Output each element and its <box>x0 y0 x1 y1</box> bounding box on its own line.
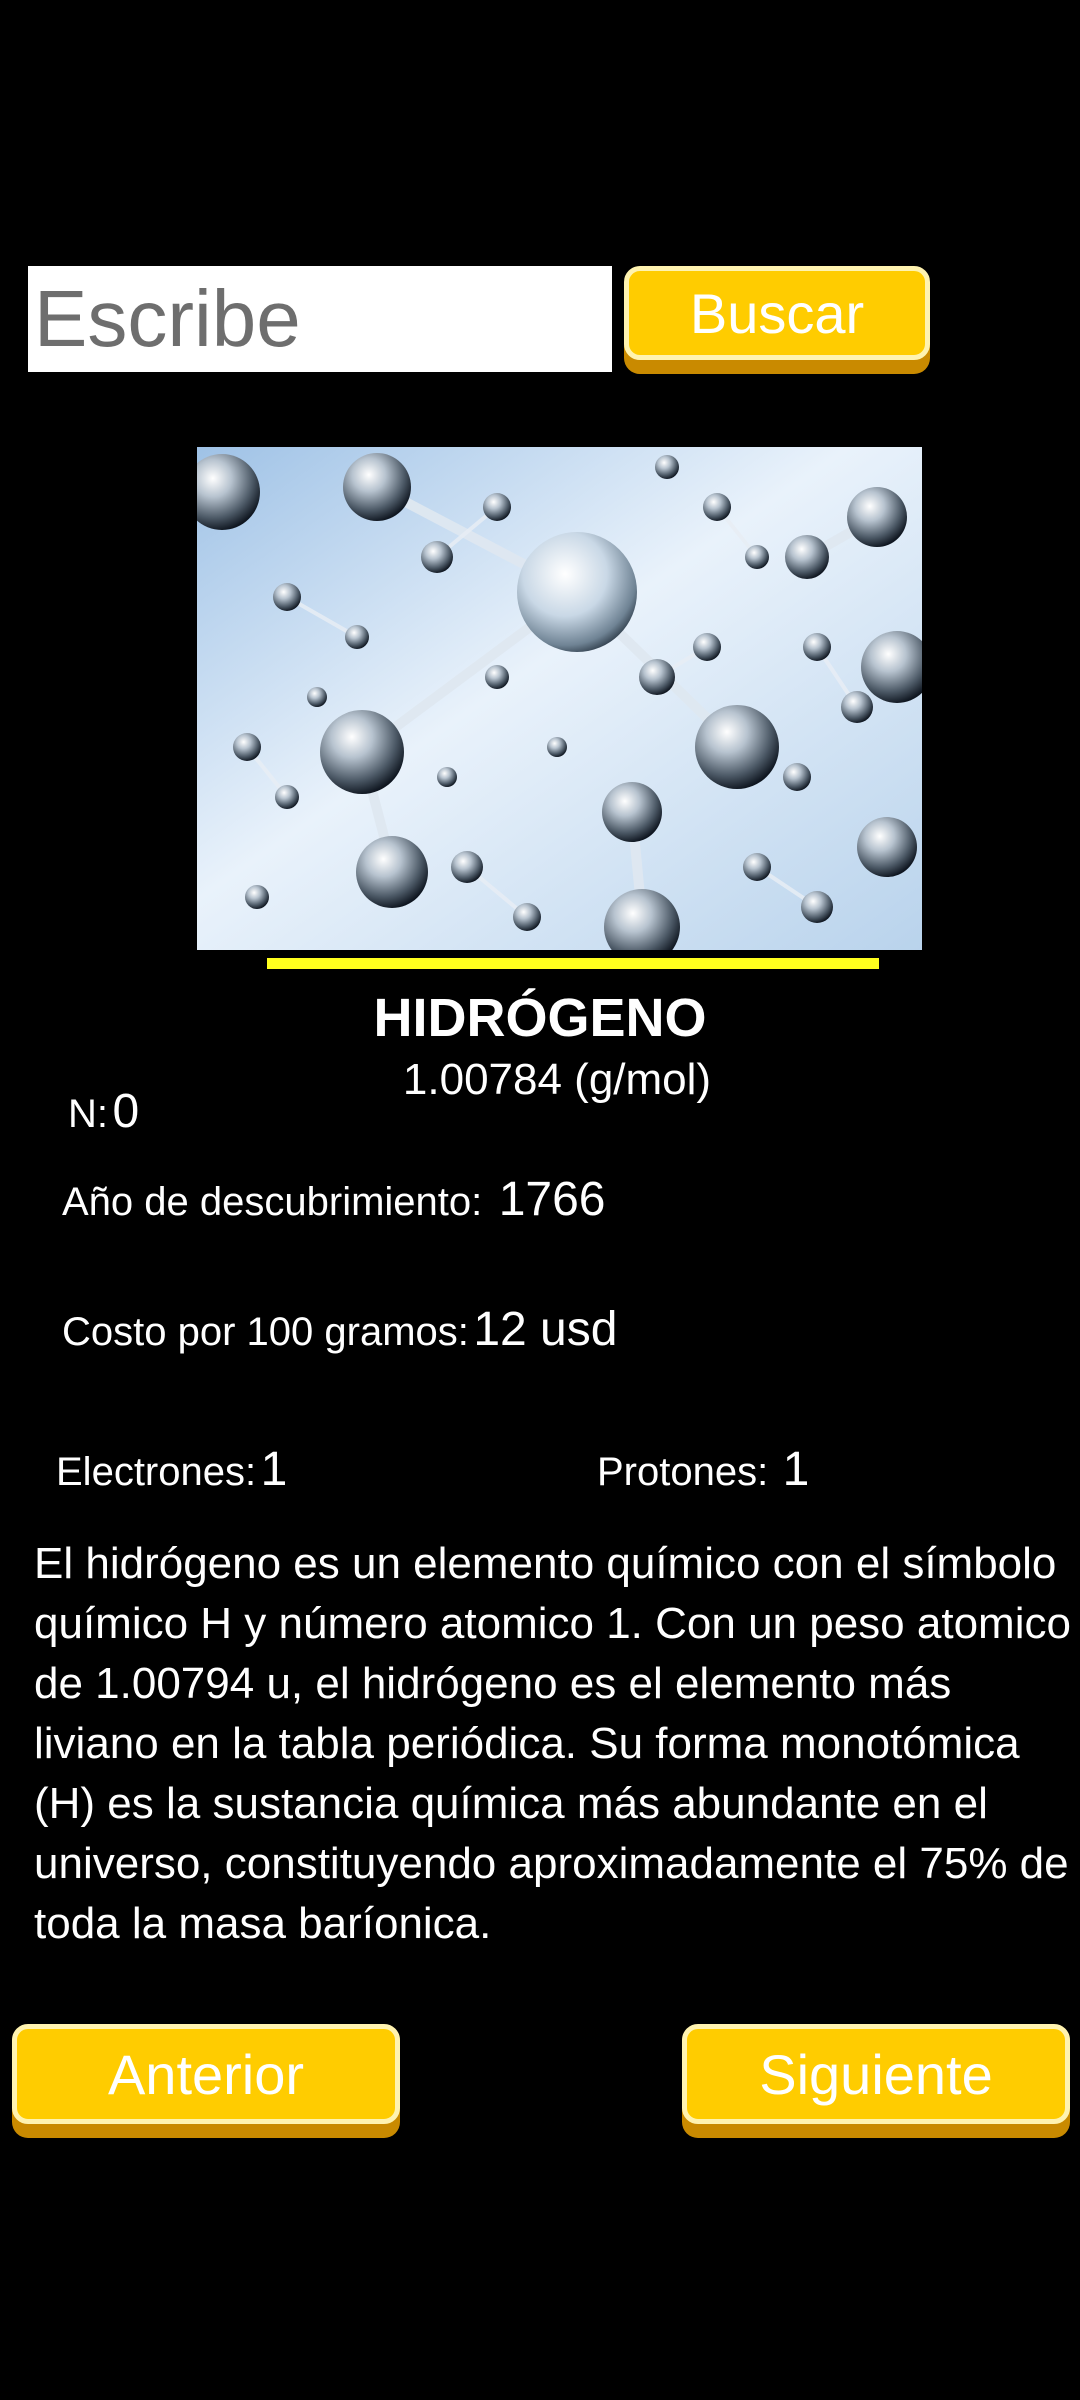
cost-label: Costo por 100 gramos: <box>62 1310 469 1354</box>
protons-label: Protones: <box>597 1450 769 1494</box>
protons-row: Protones: 1 <box>597 1440 809 1511</box>
next-button[interactable]: Siguiente <box>682 2024 1070 2124</box>
atomic-mass: 1.00784 (g/mol) <box>402 1055 712 1104</box>
search-button[interactable]: Buscar <box>624 266 930 360</box>
electrons-row: Electrones: 1 <box>56 1440 287 1511</box>
discovery-label: Año de descubrimiento: <box>62 1180 483 1224</box>
protons-value: 1 <box>782 1443 810 1496</box>
electrons-value: 1 <box>260 1443 288 1496</box>
discovery-row: Año de descubrimiento: 1766 <box>62 1170 606 1241</box>
cost-row: Costo por 100 gramos: 12 usd <box>62 1300 617 1371</box>
molecule-image <box>197 447 922 950</box>
discovery-value: 1766 <box>498 1173 606 1226</box>
search-input[interactable] <box>28 266 612 372</box>
atomic-number-label: N: <box>68 1092 108 1136</box>
divider-bar <box>267 958 879 969</box>
atomic-number-row: N: 0 <box>68 1082 139 1153</box>
atomic-number-value: 0 <box>112 1085 140 1138</box>
element-description: El hidrógeno es un elemento químico con … <box>34 1539 1071 1948</box>
electrons-label: Electrones: <box>56 1450 257 1494</box>
cost-value: 12 usd <box>473 1303 618 1356</box>
previous-button[interactable]: Anterior <box>12 2024 400 2124</box>
element-name: HIDRÓGENO <box>373 988 707 1048</box>
